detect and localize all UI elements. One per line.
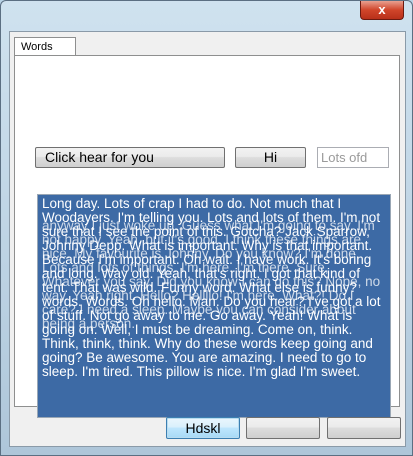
close-button[interactable]: x (360, 1, 404, 20)
lots-text-field[interactable]: Lots ofd (317, 147, 389, 168)
tab-panel: Click hear for you Hi Lots ofd Long day.… (14, 55, 400, 418)
dialog-window: x Words Click hear for you Hi Lots ofd L… (0, 0, 413, 456)
dialog-client-area: Words Click hear for you Hi Lots ofd Lon… (9, 31, 406, 447)
hdskl-button[interactable]: Hdskl (166, 417, 240, 439)
click-here-button[interactable]: Click hear for you (35, 147, 225, 168)
hi-button[interactable]: Hi (235, 147, 306, 168)
tab-words[interactable]: Words (14, 37, 76, 56)
multiline-text-box[interactable]: Long day. Lots of crap I had to do. Not … (37, 194, 391, 418)
blank-button-3[interactable] (327, 417, 401, 439)
text-box-overlay-content: anyway I just woke up. Guess what I'm go… (42, 218, 381, 331)
blank-button-2[interactable] (246, 417, 320, 439)
